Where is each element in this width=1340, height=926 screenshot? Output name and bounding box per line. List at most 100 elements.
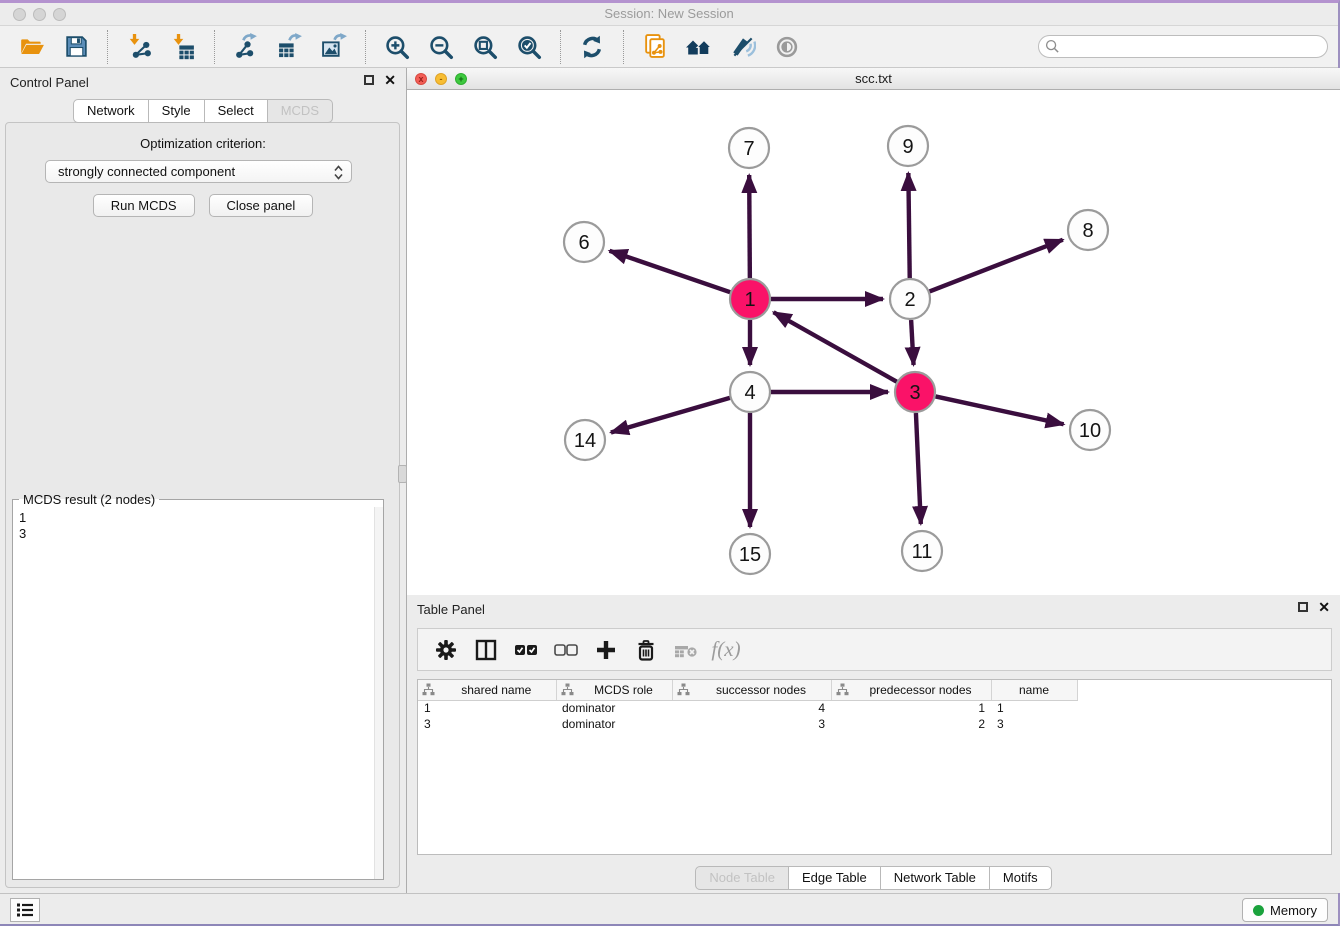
graph-edge-2-3[interactable] bbox=[911, 320, 913, 365]
table-row[interactable]: 1 dominator 4 1 1 bbox=[418, 700, 1077, 716]
network-window-titlebar[interactable]: x - + scc.txt bbox=[407, 68, 1340, 90]
svg-text:14: 14 bbox=[574, 430, 596, 452]
network-graph[interactable]: 7 9 6 8 1 2 4 3 14 10 15 11 bbox=[407, 90, 1340, 594]
select-all-icon[interactable] bbox=[509, 635, 543, 665]
graph-edge-3-10[interactable] bbox=[936, 396, 1064, 424]
tree-icon bbox=[677, 683, 690, 696]
toolbar-separator bbox=[107, 30, 108, 64]
function-builder-icon: f(x) bbox=[709, 635, 743, 665]
graph-node-7[interactable]: 7 bbox=[729, 128, 769, 168]
export-table-icon[interactable] bbox=[275, 32, 305, 62]
network-view-window: x - + scc.txt 7 9 6 8 1 2 4 3 14 10 15 11 bbox=[407, 68, 1340, 595]
search-input[interactable] bbox=[1038, 35, 1328, 58]
application-window: Session: New Session bbox=[0, 0, 1340, 926]
run-mcds-button[interactable]: Run MCDS bbox=[93, 194, 195, 217]
graph-node-8[interactable]: 8 bbox=[1068, 210, 1108, 250]
splitter-grip[interactable] bbox=[398, 465, 407, 483]
graph-node-6[interactable]: 6 bbox=[564, 222, 604, 262]
chevron-updown-icon bbox=[333, 164, 344, 184]
graph-edge-3-1[interactable] bbox=[774, 312, 897, 381]
control-panel-title: Control Panel bbox=[10, 75, 89, 90]
memory-status-icon bbox=[1253, 905, 1264, 916]
svg-text:7: 7 bbox=[743, 138, 754, 160]
control-panel-tabs: Network Style Select MCDS bbox=[0, 99, 406, 123]
graph-edge-3-11[interactable] bbox=[916, 413, 921, 524]
svg-text:4: 4 bbox=[744, 382, 755, 404]
node-table[interactable]: shared name MCDS role successor nodes pr… bbox=[417, 679, 1332, 855]
svg-text:8: 8 bbox=[1082, 220, 1093, 242]
search-field[interactable] bbox=[1038, 35, 1328, 58]
graph-node-1[interactable]: 1 bbox=[730, 279, 770, 319]
main-toolbar bbox=[0, 26, 1338, 68]
graph-node-15[interactable]: 15 bbox=[730, 534, 770, 574]
column-header-predecessor-nodes[interactable]: predecessor nodes bbox=[831, 680, 991, 700]
criterion-select[interactable]: strongly connected component bbox=[45, 160, 352, 183]
tab-network-table[interactable]: Network Table bbox=[881, 866, 990, 890]
close-panel-button[interactable]: Close panel bbox=[209, 194, 314, 217]
mcds-result-text[interactable]: 1 3 bbox=[15, 509, 381, 877]
graph-node-14[interactable]: 14 bbox=[565, 420, 605, 460]
save-session-icon[interactable] bbox=[61, 32, 91, 62]
graph-node-4[interactable]: 4 bbox=[730, 372, 770, 412]
close-table-panel-icon[interactable]: ✕ bbox=[1318, 601, 1330, 613]
tab-style[interactable]: Style bbox=[149, 99, 205, 123]
hide-graphics-details-icon[interactable] bbox=[728, 32, 758, 62]
svg-text:1: 1 bbox=[744, 289, 755, 311]
graph-node-2[interactable]: 2 bbox=[890, 279, 930, 319]
svg-text:11: 11 bbox=[912, 541, 933, 563]
tab-edge-table[interactable]: Edge Table bbox=[789, 866, 881, 890]
graph-edge-2-8[interactable] bbox=[930, 240, 1063, 292]
graph-node-11[interactable]: 11 bbox=[902, 531, 942, 571]
column-header-mcds-role[interactable]: MCDS role bbox=[556, 680, 672, 700]
export-image-icon[interactable] bbox=[319, 32, 349, 62]
eye-preview-icon[interactable] bbox=[772, 32, 802, 62]
refresh-view-icon[interactable] bbox=[577, 32, 607, 62]
graph-node-10[interactable]: 10 bbox=[1070, 410, 1110, 450]
tab-node-table[interactable]: Node Table bbox=[695, 866, 789, 890]
delete-row-icon[interactable] bbox=[629, 635, 663, 665]
export-network-icon[interactable] bbox=[231, 32, 261, 62]
zoom-selected-icon[interactable] bbox=[514, 32, 544, 62]
import-table-icon[interactable] bbox=[168, 32, 198, 62]
memory-button[interactable]: Memory bbox=[1242, 898, 1328, 922]
column-header-name[interactable]: name bbox=[991, 680, 1077, 700]
result-scrollbar[interactable] bbox=[374, 507, 383, 879]
column-header-shared-name[interactable]: shared name bbox=[418, 680, 556, 700]
toolbar-separator bbox=[560, 30, 561, 64]
zoom-fit-icon[interactable] bbox=[470, 32, 500, 62]
graph-edge-2-9[interactable] bbox=[908, 173, 909, 278]
table-tabs: Node Table Edge Table Network Table Moti… bbox=[407, 866, 1340, 890]
close-panel-icon[interactable]: ✕ bbox=[384, 74, 396, 86]
import-network-icon[interactable] bbox=[124, 32, 154, 62]
tab-select[interactable]: Select bbox=[205, 99, 268, 123]
window-title: Session: New Session bbox=[0, 6, 1338, 21]
clone-network-icon[interactable] bbox=[640, 32, 670, 62]
zoom-out-icon[interactable] bbox=[426, 32, 456, 62]
column-header-successor-nodes[interactable]: successor nodes bbox=[672, 680, 831, 700]
home-layout-icon[interactable] bbox=[684, 32, 714, 62]
tab-network[interactable]: Network bbox=[73, 99, 149, 123]
table-row[interactable]: 3 dominator 3 2 3 bbox=[418, 716, 1077, 732]
deselect-all-icon[interactable] bbox=[549, 635, 583, 665]
tab-motifs[interactable]: Motifs bbox=[990, 866, 1052, 890]
tree-icon bbox=[836, 683, 849, 696]
list-icon bbox=[16, 902, 34, 918]
float-panel-icon[interactable] bbox=[364, 75, 374, 85]
tab-mcds[interactable]: MCDS bbox=[268, 99, 333, 123]
status-bar: Memory bbox=[0, 893, 1338, 924]
add-row-icon[interactable] bbox=[589, 635, 623, 665]
graph-edge-1-6[interactable] bbox=[610, 251, 731, 292]
task-history-button[interactable] bbox=[10, 898, 40, 922]
zoom-in-icon[interactable] bbox=[382, 32, 412, 62]
graph-node-3[interactable]: 3 bbox=[895, 372, 935, 412]
svg-text:9: 9 bbox=[902, 136, 913, 158]
open-session-icon[interactable] bbox=[17, 32, 47, 62]
graph-edge-1-7[interactable] bbox=[749, 175, 750, 278]
graph-node-9[interactable]: 9 bbox=[888, 126, 928, 166]
float-table-panel-icon[interactable] bbox=[1298, 602, 1308, 612]
settings-gear-icon[interactable] bbox=[429, 635, 463, 665]
show-columns-icon[interactable] bbox=[469, 635, 503, 665]
graph-edge-4-14[interactable] bbox=[611, 398, 730, 433]
network-canvas[interactable]: 7 9 6 8 1 2 4 3 14 10 15 11 bbox=[407, 90, 1340, 594]
titlebar: Session: New Session bbox=[0, 3, 1338, 26]
